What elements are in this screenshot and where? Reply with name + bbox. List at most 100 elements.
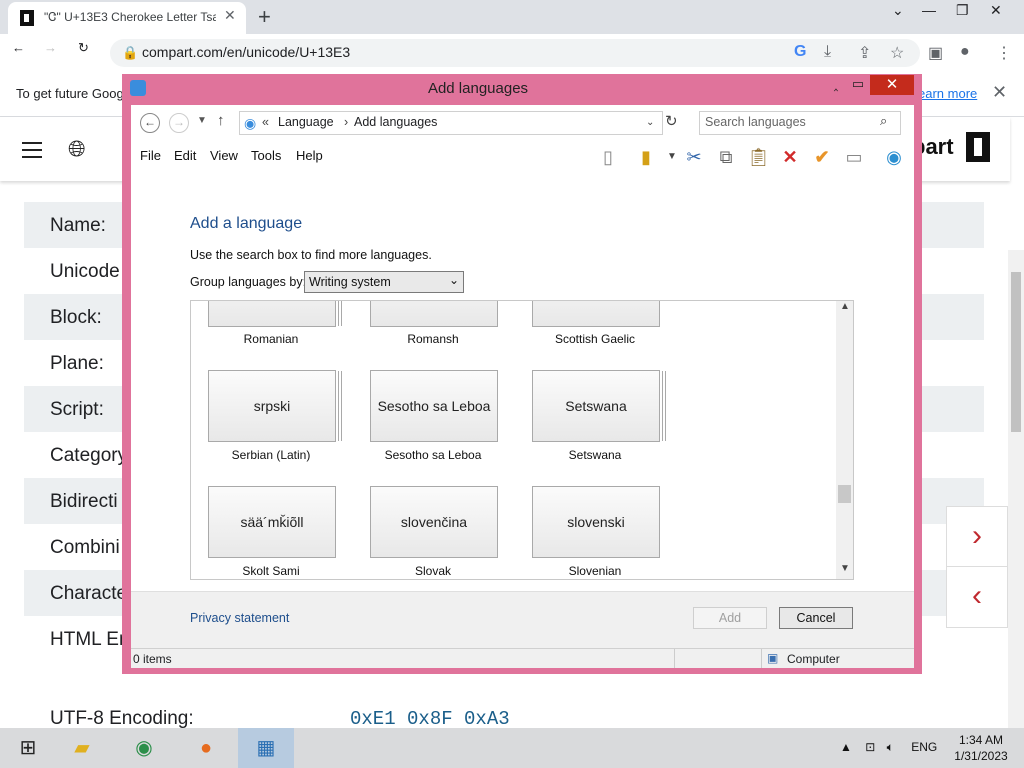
- utf8-value: 0xE1 0x8F 0xA3: [350, 708, 510, 730]
- row-label: Block:: [50, 307, 102, 328]
- breadcrumb-add-languages[interactable]: Add languages: [354, 115, 437, 129]
- browser-tab[interactable]: "Ꮳ" U+13E3 Cherokee Letter Tsa ✕: [8, 2, 246, 34]
- menu-view[interactable]: View: [210, 148, 238, 163]
- prev-char-button[interactable]: ‹: [946, 566, 1008, 628]
- up-icon[interactable]: ↑: [217, 112, 225, 129]
- checkmark-icon[interactable]: ✔: [811, 147, 833, 167]
- language-tile[interactable]: Setswana: [532, 370, 660, 442]
- close-window-icon[interactable]: ✕: [990, 2, 1002, 19]
- window-body: ← → ▼ ↑ ◉ « Language › Add languages ⌄ ↻…: [131, 105, 914, 668]
- language-tile[interactable]: [370, 301, 498, 327]
- row-label: Plane:: [50, 353, 104, 374]
- delete-icon[interactable]: ✕: [779, 147, 801, 167]
- language-tile[interactable]: [208, 301, 336, 327]
- properties-icon[interactable]: ▮: [635, 147, 657, 167]
- tile-native-name: slovenski: [567, 514, 625, 530]
- list-scrollbar[interactable]: ▲ ▼: [836, 301, 853, 579]
- group-by-select[interactable]: Writing system ⌄: [304, 271, 464, 293]
- restore-icon[interactable]: ❐: [956, 2, 969, 19]
- tray-overflow-icon[interactable]: ▲: [840, 740, 852, 754]
- globe-icon[interactable]: 🌐︎: [68, 136, 86, 162]
- scroll-up-icon[interactable]: ▲: [840, 301, 850, 312]
- window-title: Add languages: [427, 80, 529, 97]
- status-divider: [761, 649, 762, 668]
- language-tile[interactable]: slovenčina: [370, 486, 498, 558]
- clock[interactable]: 1:34 AM 1/31/2023: [950, 732, 1012, 764]
- window-maximize-icon[interactable]: ▭: [844, 76, 872, 96]
- menu-file[interactable]: File: [140, 148, 161, 163]
- network-icon[interactable]: ⊡: [865, 740, 875, 754]
- infobar-close-icon[interactable]: ✕: [992, 82, 1007, 103]
- paste-icon[interactable]: 📋︎: [747, 147, 770, 167]
- breadcrumb-dropdown-icon[interactable]: ⌄: [646, 117, 654, 128]
- row-label: Characte: [50, 583, 128, 604]
- scroll-down-icon[interactable]: ▼: [840, 563, 850, 574]
- firefox-icon[interactable]: ●: [178, 728, 234, 768]
- row-label: Unicode: [50, 261, 120, 282]
- dlg-back-icon[interactable]: ←: [140, 113, 160, 133]
- favicon-icon: [20, 10, 34, 26]
- close-tab-icon[interactable]: ✕: [224, 7, 236, 24]
- menu-edit[interactable]: Edit: [174, 148, 196, 163]
- forward-icon[interactable]: →: [44, 40, 57, 55]
- row-label: Name:: [50, 215, 106, 236]
- menu-icon[interactable]: ⋮: [996, 43, 1012, 63]
- dlg-forward-icon[interactable]: →: [169, 113, 189, 133]
- input-language[interactable]: ENG: [911, 740, 937, 754]
- language-list: Romanian Romansh Scottish Gaelic srpski …: [190, 300, 854, 580]
- tile-caption: Slovenian: [568, 564, 622, 578]
- sidepanel-icon[interactable]: ▣: [928, 43, 943, 63]
- minimize-icon[interactable]: —: [922, 2, 936, 18]
- globe-shield-icon[interactable]: ◉: [883, 147, 905, 167]
- language-tile[interactable]: Sesotho sa Leboa: [370, 370, 498, 442]
- new-tab-button[interactable]: +: [258, 4, 271, 30]
- hamburger-menu-icon[interactable]: [22, 142, 42, 163]
- next-char-button[interactable]: ›: [946, 506, 1008, 568]
- google-icon[interactable]: G: [794, 43, 806, 61]
- search-icon[interactable]: ⌕: [880, 113, 887, 129]
- infobar-message: To get future Goog: [16, 86, 124, 101]
- scroll-thumb[interactable]: [838, 485, 851, 503]
- refresh-icon[interactable]: ↻: [665, 112, 678, 130]
- search-hint: Use the search box to find more language…: [190, 248, 432, 262]
- cancel-button[interactable]: Cancel: [779, 607, 853, 629]
- profile-icon[interactable]: ●: [960, 43, 970, 61]
- window-close-button[interactable]: ✕: [870, 75, 914, 95]
- language-tile[interactable]: sää´mǩiõll: [208, 486, 336, 558]
- search-languages-input[interactable]: Search languages ⌕: [699, 111, 901, 135]
- tile-caption: Scottish Gaelic: [554, 332, 636, 346]
- properties-dropdown-icon[interactable]: ▼: [661, 147, 683, 167]
- reload-icon[interactable]: ↻: [78, 40, 89, 56]
- tab-title: "Ꮳ" U+13E3 Cherokee Letter Tsa: [44, 10, 216, 24]
- utf8-label: UTF-8 Encoding:: [50, 708, 194, 729]
- install-icon[interactable]: ⤓: [824, 43, 831, 61]
- start-windows-icon[interactable]: ⊞: [0, 728, 56, 768]
- breadcrumb-language[interactable]: Language: [278, 115, 334, 129]
- control-panel-taskbar-icon[interactable]: ▦: [238, 728, 294, 768]
- breadcrumb[interactable]: ◉ « Language › Add languages ⌄: [239, 111, 663, 135]
- page-scrollbar[interactable]: [1008, 250, 1024, 728]
- system-tray: ▲ ⊡ 🔈︎ ENG: [840, 740, 937, 755]
- layout-pane-icon[interactable]: ▯: [597, 147, 619, 167]
- volume-icon[interactable]: 🔈︎: [887, 740, 894, 754]
- back-icon[interactable]: ←: [12, 40, 25, 55]
- cut-icon[interactable]: ✂: [683, 147, 705, 167]
- tab-search-icon[interactable]: ⌄: [892, 2, 904, 19]
- control-panel-icon: ◉: [244, 115, 257, 131]
- recent-dropdown-icon[interactable]: ▼: [197, 115, 207, 126]
- language-tile[interactable]: srpski: [208, 370, 336, 442]
- language-tile[interactable]: slovenski: [532, 486, 660, 558]
- menu-help[interactable]: Help: [296, 148, 323, 163]
- language-tile[interactable]: [532, 301, 660, 327]
- share-icon[interactable]: ⇪: [858, 43, 871, 63]
- copy-icon[interactable]: ⧉: [715, 147, 737, 167]
- add-language-heading: Add a language: [190, 215, 303, 232]
- privacy-statement-link[interactable]: Privacy statement: [190, 611, 289, 625]
- rename-icon[interactable]: ▭: [843, 147, 865, 167]
- chrome-icon[interactable]: ◉: [116, 728, 172, 768]
- add-button[interactable]: Add: [693, 607, 767, 629]
- menu-tools[interactable]: Tools: [251, 148, 281, 163]
- file-explorer-icon[interactable]: ▰: [54, 728, 110, 768]
- bookmark-star-icon[interactable]: ☆: [890, 43, 904, 63]
- learn-more-link[interactable]: earn more: [918, 86, 977, 101]
